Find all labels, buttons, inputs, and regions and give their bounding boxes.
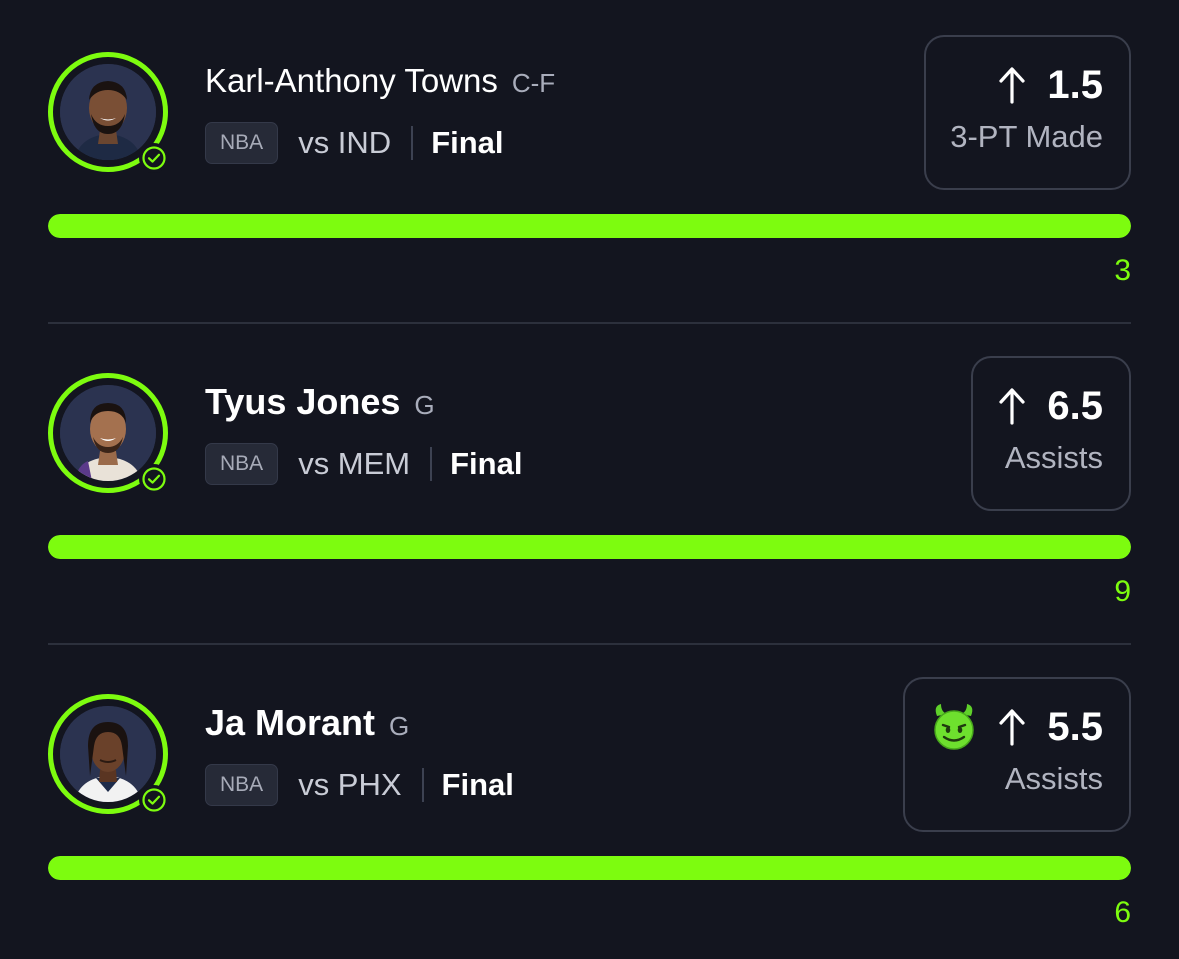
line-value: 1.5 [1047,62,1103,107]
game-meta: NBA vs MEM Final [205,443,523,485]
game-meta: NBA vs IND Final [205,122,504,164]
player-name-row: Tyus Jones G [205,379,435,428]
meta-divider [430,447,433,481]
stat-type: Assists [1004,440,1103,475]
projection-line: 1.5 [950,59,1103,111]
player-avatar[interactable] [48,694,169,815]
arrow-up-icon [999,67,1025,104]
player-name: Tyus Jones [205,381,401,422]
arrow-up-icon [999,388,1025,425]
pick-row[interactable]: Karl-Anthony Towns C-F NBA vs IND Final 1… [0,0,1179,321]
player-name: Karl-Anthony Towns [205,62,498,99]
pick-row[interactable]: Tyus Jones G NBA vs MEM Final 6.5 Assists… [0,321,1179,642]
arrow-up-icon [999,709,1025,746]
progress-bar [48,856,1131,880]
player-position: G [414,390,435,420]
game-meta: NBA vs PHX Final [205,764,514,806]
check-circle-icon [139,143,169,173]
player-position: C-F [511,68,556,98]
game-status: Final [441,767,514,802]
actual-result: 6 [1114,896,1131,929]
meta-divider [421,768,424,802]
progress-fill [48,214,1131,238]
opponent-label: vs MEM [298,446,411,481]
league-badge: NBA [205,122,279,164]
projection-line: 6.5 [997,380,1103,432]
player-name-row: Ja Morant G [205,700,409,749]
player-name: Ja Morant [205,702,376,743]
progress-bar [48,535,1131,559]
meta-divider [411,126,414,160]
check-circle-icon [139,464,169,494]
player-position: G [389,711,410,741]
game-status: Final [431,125,504,160]
player-avatar[interactable] [48,373,169,494]
projection-line: 5.5 [929,701,1103,753]
player-name-row: Karl-Anthony Towns C-F [205,58,555,106]
pick-row[interactable]: Ja Morant G NBA vs PHX Final 5.5 Assists… [0,642,1179,959]
actual-result: 3 [1114,254,1131,287]
actual-result: 9 [1114,575,1131,608]
projection-card[interactable]: 1.5 3-PT Made [924,35,1131,190]
player-avatar[interactable] [48,52,169,173]
smiling-devil-emoji-icon [934,704,975,750]
opponent-label: vs PHX [298,767,402,802]
progress-fill [48,856,1131,880]
line-value: 6.5 [1047,383,1103,428]
check-circle-icon [139,785,169,815]
game-status: Final [450,446,523,481]
projection-card[interactable]: 5.5 Assists [903,677,1131,832]
stat-type: 3-PT Made [950,119,1103,154]
progress-fill [48,535,1131,559]
projection-card[interactable]: 6.5 Assists [971,356,1131,511]
progress-bar [48,214,1131,238]
line-value: 5.5 [1047,704,1103,749]
league-badge: NBA [205,764,279,806]
opponent-label: vs IND [298,125,392,160]
league-badge: NBA [205,443,279,485]
picks-list: Karl-Anthony Towns C-F NBA vs IND Final 1… [0,0,1179,959]
stat-type: Assists [1004,761,1103,796]
